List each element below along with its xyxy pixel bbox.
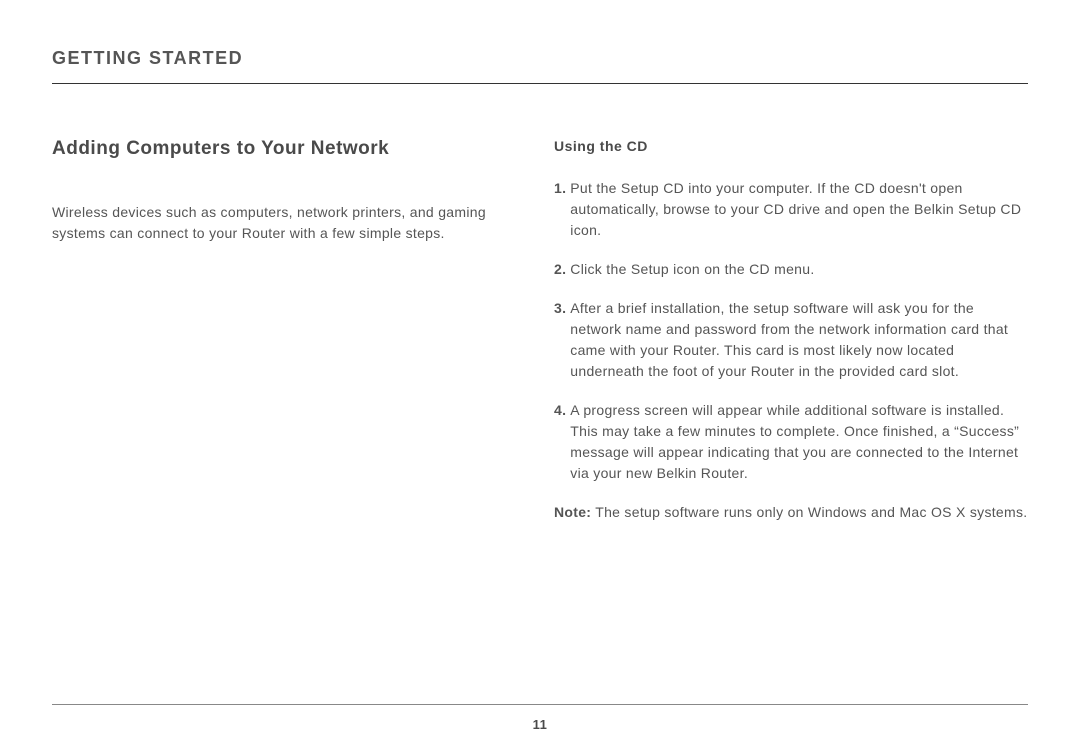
cd-subheading: Using the CD (554, 138, 1028, 154)
bottom-divider (52, 704, 1028, 705)
step-text: After a brief installation, the setup so… (570, 298, 1028, 382)
step-text: A progress screen will appear while addi… (570, 400, 1028, 484)
page-header-title: GETTING STARTED (52, 48, 1028, 69)
step-text: Click the Setup icon on the CD menu. (570, 259, 1028, 280)
step-number: 1. (554, 178, 566, 241)
content-columns: Adding Computers to Your Network Wireles… (52, 138, 1028, 523)
page-number: 11 (52, 717, 1028, 732)
left-column: Adding Computers to Your Network Wireles… (52, 138, 522, 523)
note-label: Note: (554, 504, 591, 520)
page-footer: 11 (52, 704, 1028, 732)
list-item: 2. Click the Setup icon on the CD menu. (554, 259, 1028, 280)
note-paragraph: Note: The setup software runs only on Wi… (554, 502, 1028, 523)
note-text: The setup software runs only on Windows … (591, 504, 1027, 520)
list-item: 1. Put the Setup CD into your computer. … (554, 178, 1028, 241)
right-column: Using the CD 1. Put the Setup CD into yo… (554, 138, 1028, 523)
step-number: 4. (554, 400, 566, 484)
section-heading: Adding Computers to Your Network (52, 138, 522, 160)
list-item: 3. After a brief installation, the setup… (554, 298, 1028, 382)
step-number: 3. (554, 298, 566, 382)
top-divider (52, 83, 1028, 84)
step-list: 1. Put the Setup CD into your computer. … (554, 178, 1028, 484)
list-item: 4. A progress screen will appear while a… (554, 400, 1028, 484)
step-text: Put the Setup CD into your computer. If … (570, 178, 1028, 241)
step-number: 2. (554, 259, 566, 280)
intro-paragraph: Wireless devices such as computers, netw… (52, 202, 522, 244)
